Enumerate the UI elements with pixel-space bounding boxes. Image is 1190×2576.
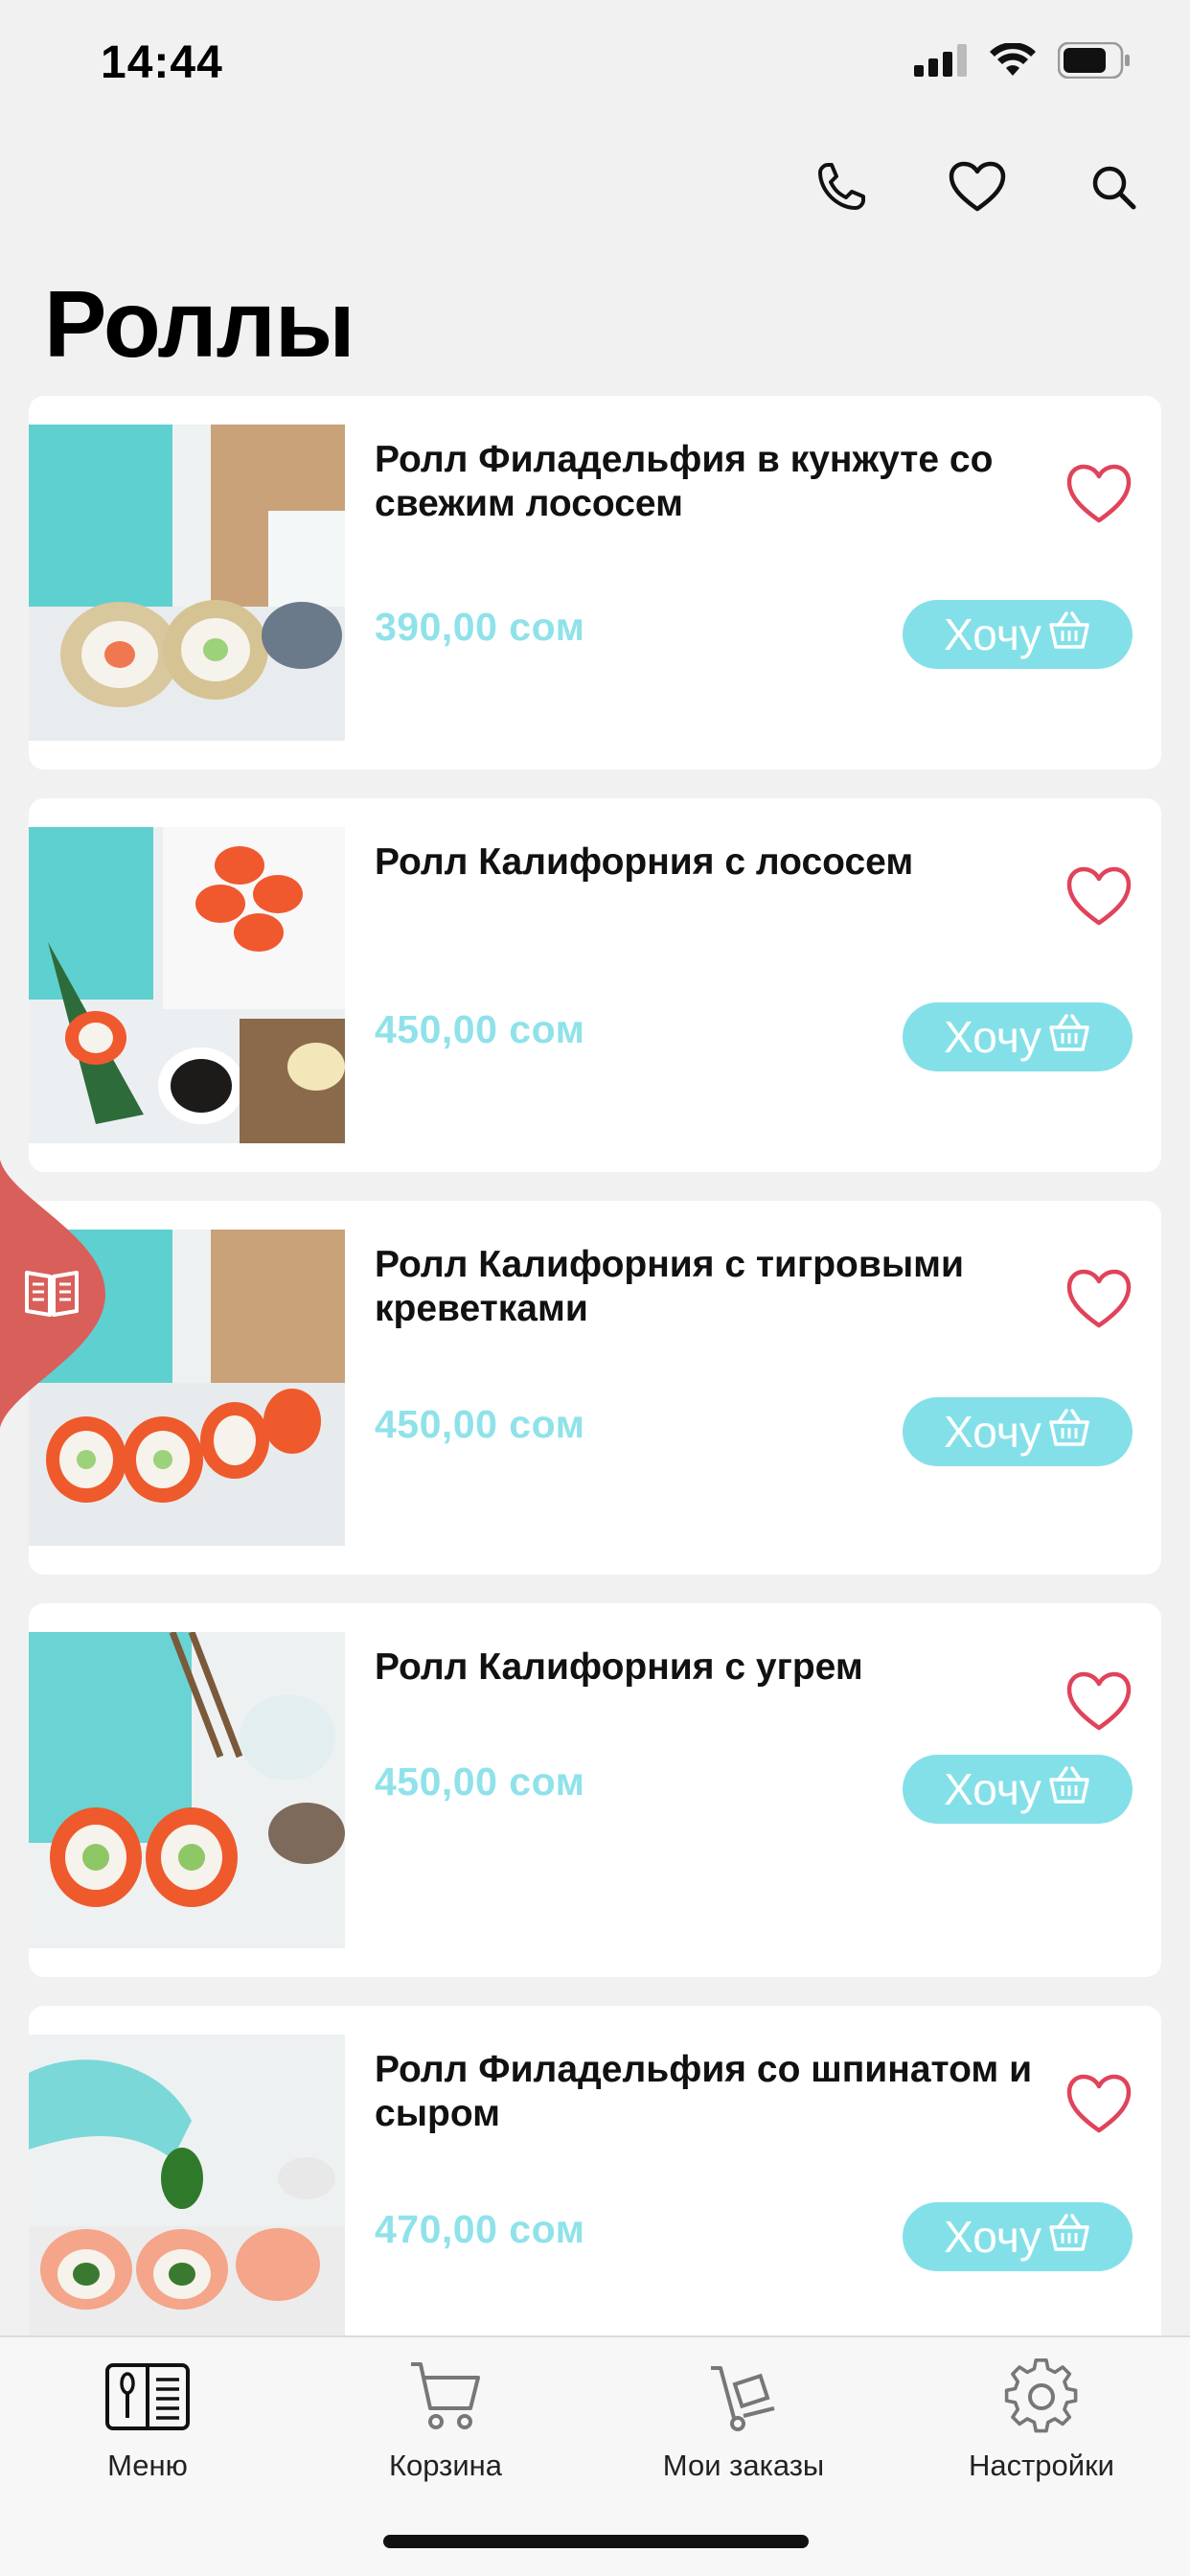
side-menu-tab[interactable] — [0, 1160, 105, 1428]
nav-item-menu[interactable]: Меню — [4, 2357, 291, 2483]
product-card[interactable]: Ролл Калифорния с угрем 450,00 сом Хочу — [29, 1603, 1161, 1977]
basket-icon — [1047, 1763, 1091, 1815]
wifi-icon — [989, 42, 1037, 82]
add-to-cart-button[interactable]: Хочу — [903, 600, 1133, 669]
status-bar: 14:44 — [0, 0, 1190, 129]
nav-item-cart[interactable]: Корзина — [302, 2357, 589, 2483]
cellular-signal-icon — [914, 44, 968, 81]
product-image[interactable] — [29, 2035, 345, 2351]
favorite-heart-icon[interactable] — [1065, 865, 1133, 929]
basket-icon — [1047, 2211, 1091, 2263]
product-name: Ролл Филадельфия в кунжуте со свежим лос… — [375, 439, 994, 524]
add-to-cart-label: Хочу — [944, 1764, 1041, 1814]
nav-label: Мои заказы — [662, 2449, 825, 2482]
home-indicator[interactable] — [383, 2535, 809, 2548]
status-time: 14:44 — [101, 37, 223, 88]
product-price: 470,00 сом — [375, 2207, 585, 2251]
product-price: 450,00 сом — [375, 1402, 585, 1446]
product-price: 390,00 сом — [375, 605, 585, 649]
nav-label: Меню — [107, 2449, 188, 2482]
product-price: 450,00 сом — [375, 1760, 585, 1804]
basket-icon — [1047, 1011, 1091, 1063]
menu-book-icon — [4, 2357, 291, 2437]
product-name: Ролл Филадельфия со шпинатом и сыром — [375, 2049, 1033, 2134]
favorite-heart-icon[interactable] — [1065, 1268, 1133, 1331]
settings-icon — [898, 2357, 1185, 2437]
nav-item-settings[interactable]: Настройки — [898, 2357, 1185, 2483]
add-to-cart-button[interactable]: Хочу — [903, 1002, 1133, 1071]
add-to-cart-label: Хочу — [944, 1012, 1041, 1062]
favorite-heart-icon[interactable] — [1065, 463, 1133, 526]
basket-icon — [1047, 1406, 1091, 1458]
product-image[interactable] — [29, 425, 345, 741]
header-actions — [812, 158, 1142, 216]
add-to-cart-button[interactable]: Хочу — [903, 1755, 1133, 1824]
product-card[interactable]: Ролл Филадельфия в кунжуте со свежим лос… — [29, 396, 1161, 770]
heart-icon[interactable] — [949, 158, 1006, 216]
product-name: Ролл Калифорния с угрем — [375, 1646, 863, 1688]
orders-icon — [600, 2357, 887, 2437]
status-icons — [914, 41, 1131, 83]
product-image[interactable] — [29, 1632, 345, 1948]
search-icon[interactable] — [1085, 158, 1142, 216]
product-price: 450,00 сом — [375, 1007, 585, 1051]
nav-item-orders[interactable]: Мои заказы — [600, 2357, 887, 2483]
product-card[interactable]: Ролл Калифорния с тигровыми креветками 4… — [29, 1201, 1161, 1575]
add-to-cart-button[interactable]: Хочу — [903, 1397, 1133, 1466]
page-title: Роллы — [44, 271, 355, 377]
add-to-cart-label: Хочу — [944, 610, 1041, 659]
add-to-cart-label: Хочу — [944, 1407, 1041, 1457]
nav-label: Настройки — [968, 2449, 1114, 2482]
phone-icon[interactable] — [812, 158, 870, 216]
product-image[interactable] — [29, 827, 345, 1143]
basket-icon — [1047, 609, 1091, 660]
favorite-heart-icon[interactable] — [1065, 2073, 1133, 2136]
nav-label: Корзина — [388, 2449, 503, 2482]
product-name: Ролл Калифорния с тигровыми креветками — [375, 1244, 964, 1329]
add-to-cart-button[interactable]: Хочу — [903, 2202, 1133, 2271]
add-to-cart-label: Хочу — [944, 2212, 1041, 2262]
cart-icon — [302, 2357, 589, 2437]
favorite-heart-icon[interactable] — [1065, 1670, 1133, 1734]
product-card[interactable]: Ролл Филадельфия со шпинатом и сыром 470… — [29, 2006, 1161, 2380]
product-card[interactable]: Ролл Калифорния с лососем 450,00 сом Хоч… — [29, 798, 1161, 1172]
battery-icon — [1057, 41, 1131, 83]
product-name: Ролл Калифорния с лососем — [375, 841, 914, 883]
